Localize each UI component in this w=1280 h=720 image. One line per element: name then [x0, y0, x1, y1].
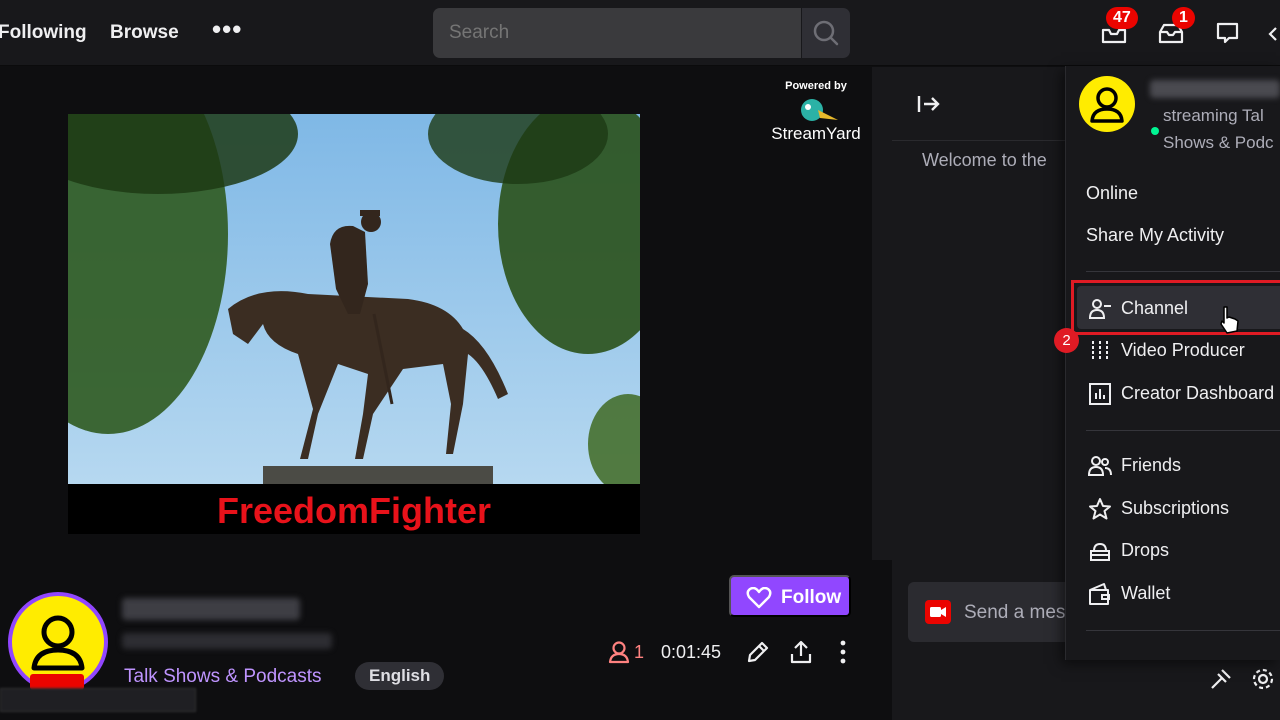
streamyard-logo-icon: [801, 99, 838, 121]
chat-welcome-message: Welcome to the: [922, 150, 1047, 170]
settings-gear-icon[interactable]: [1250, 666, 1276, 692]
menu-divider: [1086, 271, 1280, 272]
menu-item-label: Subscriptions: [1121, 498, 1230, 518]
channel-icon: [1088, 299, 1111, 319]
powered-by-text: Powered by: [785, 80, 847, 92]
menu-username-redacted: [1150, 80, 1280, 98]
more-menu-button[interactable]: •••: [212, 14, 242, 45]
menu-divider: [1086, 430, 1280, 431]
user-menu-dropdown: [1065, 66, 1280, 660]
stream-image: [68, 114, 640, 484]
chat-message-input[interactable]: Send a mes: [908, 582, 1088, 642]
category-link[interactable]: Talk Shows & Podcasts: [124, 666, 321, 688]
stream-title-redacted: [122, 633, 332, 649]
friends-icon: [1088, 456, 1112, 476]
menu-user-avatar: [1079, 76, 1135, 132]
menu-item-label: Creator Dashboard: [1121, 383, 1275, 403]
whispers-button[interactable]: [1214, 20, 1242, 46]
search-button[interactable]: [802, 8, 850, 58]
menu-item-label: Drops: [1121, 540, 1170, 560]
menu-status-line-2: Shows & Podc: [1163, 133, 1274, 152]
step-number-badge: 2: [1054, 328, 1079, 353]
user-avatar-icon: [1090, 87, 1124, 123]
streamyard-watermark: Powered by StreamYard: [770, 80, 862, 144]
chat-input-placeholder: Send a mes: [964, 602, 1066, 623]
edit-pencil-icon[interactable]: [745, 639, 771, 665]
whispers-count-badge: 1: [1172, 7, 1195, 29]
stream-title-banner: FreedomFighter: [68, 484, 640, 534]
viewer-count: 1: [634, 642, 645, 662]
menu-item-label: Friends: [1121, 455, 1182, 475]
mouse-cursor-icon: [1220, 306, 1239, 334]
sliders-icon: [1092, 341, 1108, 361]
channel-name-redacted: [122, 598, 300, 620]
star-icon: [1089, 498, 1111, 520]
stream-uptime: 0:01:45: [661, 642, 722, 662]
browse-link[interactable]: Browse: [110, 22, 179, 44]
bits-icon: [1268, 27, 1277, 41]
share-icon[interactable]: [788, 639, 814, 665]
menu-status-line-1: streaming Tal: [1163, 106, 1264, 125]
menu-online-toggle[interactable]: Online: [1086, 183, 1138, 204]
banner-title-text: FreedomFighter: [216, 490, 492, 531]
status-url-bar: [0, 688, 196, 712]
chat-bubble-icon: [1216, 22, 1239, 44]
player-chat-divider: [872, 67, 892, 560]
follow-label: Follow: [781, 587, 842, 608]
search-icon: [813, 20, 839, 46]
menu-divider: [1086, 630, 1280, 631]
wallet-icon: [1089, 583, 1110, 605]
language-tag[interactable]: English: [355, 662, 445, 690]
drops-icon: [1090, 542, 1110, 561]
more-options-icon[interactable]: [837, 639, 849, 665]
collapse-chat-icon[interactable]: [916, 94, 942, 114]
dashboard-icon: [1089, 383, 1111, 405]
following-link[interactable]: Following: [0, 22, 87, 44]
heart-icon: [746, 587, 772, 609]
search-input[interactable]: [433, 8, 801, 58]
inbox-count-badge: 47: [1106, 7, 1138, 29]
camera-icon[interactable]: [924, 599, 952, 625]
menu-item-label: Video Producer: [1121, 340, 1245, 360]
menu-item-label: Channel: [1121, 298, 1189, 318]
follow-button[interactable]: Follow: [729, 575, 851, 617]
menu-share-activity[interactable]: Share My Activity: [1086, 225, 1224, 246]
online-status-dot: [1151, 127, 1159, 135]
viewer-icon: [608, 641, 630, 664]
menu-item-label: Wallet: [1121, 583, 1171, 603]
pin-icon[interactable]: [1208, 666, 1234, 692]
get-bits-button[interactable]: [1266, 20, 1280, 46]
